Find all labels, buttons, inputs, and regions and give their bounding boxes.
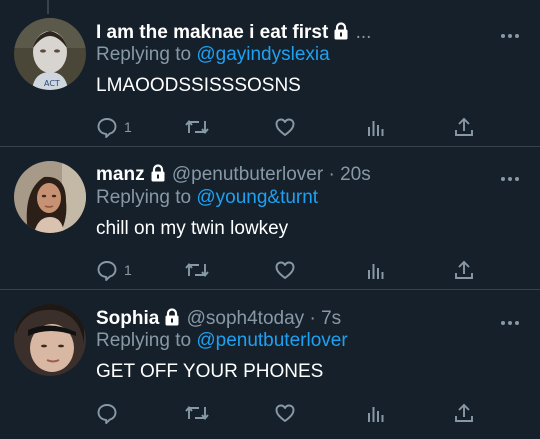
avatar[interactable]	[14, 304, 86, 376]
tweet[interactable]: Sophia @soph4today · 7s Replying to @pen…	[0, 290, 540, 439]
truncation-ellipsis: ...	[355, 22, 372, 43]
replying-to-label: Replying to	[96, 187, 192, 208]
reply-count: 1	[124, 119, 132, 135]
reply-button[interactable]	[96, 400, 124, 426]
replying-to-label: Replying to	[96, 330, 192, 351]
tweet-text: LMAOODSSISSSOSNS	[96, 75, 301, 96]
timestamp[interactable]: 20s	[340, 164, 371, 185]
replying-to: Replying to @gayindyslexia	[96, 44, 330, 66]
svg-text:ACT: ACT	[44, 79, 60, 88]
analytics-icon	[365, 259, 387, 281]
analytics-icon	[365, 116, 387, 138]
lock-icon	[163, 308, 181, 332]
lock-icon	[332, 22, 350, 46]
analytics-button[interactable]	[365, 257, 387, 283]
lock-icon	[149, 164, 167, 188]
analytics-button[interactable]	[365, 114, 387, 140]
display-name[interactable]: Sophia	[96, 308, 159, 329]
share-button[interactable]	[453, 257, 475, 283]
more-options-icon[interactable]	[500, 170, 520, 181]
reply-icon	[96, 402, 118, 424]
avatar[interactable]	[14, 161, 86, 233]
retweet-icon	[185, 402, 209, 424]
more-options-icon[interactable]	[500, 314, 520, 325]
share-button[interactable]	[453, 400, 475, 426]
reply-mention-link[interactable]: @young&turnt	[196, 187, 318, 208]
share-icon	[453, 259, 475, 281]
share-icon	[453, 402, 475, 424]
avatar[interactable]: ACT	[14, 18, 86, 90]
tweet[interactable]: ACT I am the maknae i eat first ... Repl…	[0, 0, 540, 146]
display-name[interactable]: manz	[96, 164, 145, 185]
like-icon	[274, 116, 296, 138]
more-options-icon[interactable]	[500, 27, 520, 38]
like-icon	[274, 259, 296, 281]
analytics-icon	[365, 402, 387, 424]
timestamp[interactable]: 7s	[321, 308, 341, 329]
analytics-button[interactable]	[365, 400, 387, 426]
like-icon	[274, 402, 296, 424]
replying-to-label: Replying to	[96, 44, 192, 65]
retweet-icon	[185, 259, 209, 281]
like-button[interactable]	[274, 114, 302, 140]
reply-icon	[96, 116, 118, 138]
replying-to: Replying to @penutbuterlover	[96, 330, 348, 352]
tweet[interactable]: manz @penutbuterlover · 20s Replying to …	[0, 147, 540, 289]
separator-dot: ·	[309, 308, 316, 329]
user-handle[interactable]: @soph4today	[187, 308, 305, 329]
reply-button[interactable]: 1	[96, 114, 132, 140]
like-button[interactable]	[274, 400, 302, 426]
retweet-button[interactable]	[185, 257, 215, 283]
share-icon	[453, 116, 475, 138]
tweet-text: GET OFF YOUR PHONES	[96, 361, 324, 382]
reply-mention-link[interactable]: @penutbuterlover	[196, 330, 347, 351]
retweet-icon	[185, 116, 209, 138]
reply-button[interactable]: 1	[96, 257, 132, 283]
separator-dot: ·	[328, 164, 335, 185]
replying-to: Replying to @young&turnt	[96, 187, 318, 209]
reply-count: 1	[124, 262, 132, 278]
retweet-button[interactable]	[185, 400, 215, 426]
tweet-text: chill on my twin lowkey	[96, 218, 289, 239]
tweet-header: I am the maknae i eat first ...	[96, 22, 371, 46]
reply-mention-link[interactable]: @gayindyslexia	[196, 44, 329, 65]
display-name[interactable]: I am the maknae i eat first	[96, 22, 328, 43]
user-handle[interactable]: @penutbuterlover	[172, 164, 323, 185]
reply-icon	[96, 259, 118, 281]
tweet-header: manz @penutbuterlover · 20s	[96, 164, 371, 188]
like-button[interactable]	[274, 257, 302, 283]
retweet-button[interactable]	[185, 114, 215, 140]
tweet-header: Sophia @soph4today · 7s	[96, 308, 341, 332]
share-button[interactable]	[453, 114, 475, 140]
